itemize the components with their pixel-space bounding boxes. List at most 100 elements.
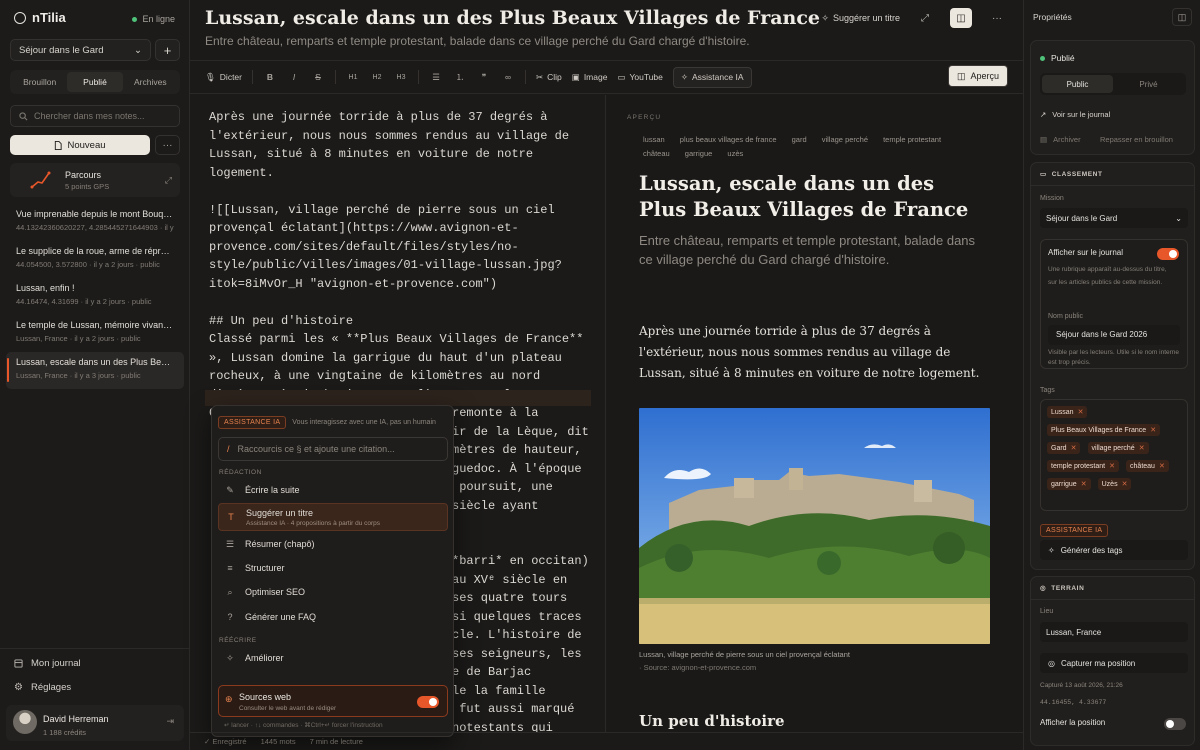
tab-draft[interactable]: Brouillon: [12, 72, 67, 92]
tag-chip[interactable]: temple protestant ✕: [1047, 460, 1119, 472]
collapse-panel-icon[interactable]: ◫: [1172, 8, 1192, 26]
link-icon[interactable]: ∞: [501, 72, 515, 82]
generate-tags-button[interactable]: ✧ Générer des tags: [1040, 540, 1188, 560]
generate-tags-label: Générer des tags: [1060, 545, 1123, 555]
ai-seo[interactable]: ⌕ Optimiser SEO: [218, 581, 448, 603]
chevron-down-icon: ⌄: [134, 44, 142, 56]
globe-icon: ⊕: [225, 694, 233, 704]
ai-item-label: Suggérer un titre: [246, 507, 314, 518]
tag-chip[interactable]: village perché ✕: [1087, 442, 1149, 454]
more-icon[interactable]: ···: [986, 8, 1008, 28]
tab-archives[interactable]: Archives: [123, 72, 178, 92]
remove-tag-icon[interactable]: ✕: [1122, 481, 1128, 488]
tab-published[interactable]: Publié: [67, 72, 123, 92]
suggest-title-button[interactable]: ✧ Suggérer un titre: [821, 13, 900, 24]
remove-tag-icon[interactable]: ✕: [1081, 481, 1087, 488]
show-position-toggle[interactable]: [1164, 718, 1186, 730]
ai-structure[interactable]: ≡ Structurer: [218, 557, 448, 579]
split-view-icon[interactable]: ◫: [950, 8, 972, 28]
post-item[interactable]: Le temple de Lussan, mémoire vivante d..…: [6, 315, 184, 352]
strike-button[interactable]: S: [311, 72, 325, 82]
bold-button[interactable]: B: [263, 72, 277, 82]
preview-tag: temple protestant: [883, 135, 942, 144]
terrain-header: ◎ TERRAIN: [1040, 584, 1084, 593]
chevron-down-icon: ⌄: [1175, 213, 1182, 223]
my-journal-link[interactable]: Mon journal: [14, 658, 81, 669]
markdown-text-continued[interactable]: remonte à la ir de la Lèque, dit mètres …: [452, 404, 589, 515]
dictate-button[interactable]: 🎙︎ Dicter: [205, 72, 242, 83]
ai-improve[interactable]: ✧ Améliorer: [218, 647, 448, 669]
post-item[interactable]: Lussan, enfin ! 44.16474, 4.31699 · il y…: [6, 278, 184, 315]
image-button[interactable]: ▣ Image: [572, 72, 608, 83]
journal-select[interactable]: Séjour dans le Gard ⌄: [10, 39, 151, 61]
remove-tag-icon[interactable]: ✕: [1159, 463, 1165, 470]
tag-chip[interactable]: Lussan ✕: [1047, 406, 1088, 418]
post-item[interactable]: Vue imprenable depuis le mont Bouquet 44…: [6, 204, 184, 241]
post-item[interactable]: Le supplice de la roue, arme de répressi…: [6, 241, 184, 278]
tag-chip[interactable]: garrigue ✕: [1047, 478, 1091, 490]
coordinates: 44.16455, 4.33677: [1040, 699, 1107, 706]
heading1-button[interactable]: H1: [346, 74, 360, 81]
route-card[interactable]: Parcours 5 points GPS ⤢: [10, 163, 180, 197]
fullscreen-icon[interactable]: ⤢: [914, 8, 936, 28]
sparkle-icon: ✧: [1048, 545, 1055, 555]
mission-select[interactable]: Séjour dans le Gard ⌄: [1040, 208, 1188, 228]
remove-tag-icon[interactable]: ✕: [1109, 463, 1115, 470]
bullet-list-icon[interactable]: ☰: [429, 72, 443, 83]
archive-button[interactable]: ▤ Archiver: [1040, 135, 1081, 144]
preview-toggle-button[interactable]: ◫ Aperçu: [947, 65, 1008, 87]
visibility-public[interactable]: Public: [1042, 75, 1113, 93]
remove-tag-icon[interactable]: ✕: [1071, 445, 1077, 452]
ai-faq[interactable]: ? Générer une FAQ: [218, 606, 448, 628]
ai-prompt-input[interactable]: / Raccourcis ce § et ajoute une citation…: [218, 437, 448, 461]
visibility-private[interactable]: Privé: [1113, 75, 1184, 93]
remove-tag-icon[interactable]: ✕: [1078, 409, 1084, 416]
new-note-button[interactable]: Nouveau: [10, 135, 150, 155]
tag-chip[interactable]: Gard ✕: [1047, 442, 1081, 454]
heading2-button[interactable]: H2: [370, 74, 384, 81]
ai-write-continue[interactable]: ✎ Écrire la suite: [218, 479, 448, 501]
save-status: ✓ Enregistré: [204, 737, 247, 746]
markdown-text-continued[interactable]: *barri* en occitan) au XVᵉ siècle en ses…: [452, 552, 589, 732]
more-options-button[interactable]: ···: [155, 135, 180, 155]
youtube-button[interactable]: ▭ YouTube: [617, 72, 662, 83]
ai-suggest-title[interactable]: T Suggérer un titre Assistance IA · 4 pr…: [218, 503, 448, 531]
place-input[interactable]: Lussan, France: [1040, 622, 1188, 642]
route-title: Parcours: [65, 170, 102, 180]
settings-link[interactable]: ⚙ Réglages: [14, 682, 71, 693]
public-name-input[interactable]: Séjour dans le Gard 2026: [1048, 325, 1180, 345]
preview-heading: Un peu d'histoire: [639, 712, 785, 730]
view-on-journal-link[interactable]: ↗ Voir sur le journal: [1040, 110, 1110, 119]
ai-badge: ASSISTANCE IA: [218, 416, 287, 429]
numbered-list-icon[interactable]: ⒈: [453, 71, 467, 83]
capture-position-button[interactable]: ◎ Capturer ma position: [1040, 653, 1188, 673]
remove-tag-icon[interactable]: ✕: [1150, 427, 1156, 434]
clip-button[interactable]: ✂ Clip: [536, 72, 562, 83]
back-to-draft-button[interactable]: Repasser en brouillon: [1100, 135, 1173, 144]
add-journal-button[interactable]: +: [155, 39, 180, 61]
user-card[interactable]: David Herreman 1 188 crédits ⇥: [6, 705, 184, 741]
tag-chip[interactable]: Plus Beaux Villages de France ✕: [1047, 424, 1161, 436]
tags-input[interactable]: Lussan ✕ Plus Beaux Villages de France ✕ G…: [1040, 399, 1188, 511]
search-input[interactable]: Chercher dans mes notes...: [10, 105, 180, 127]
web-sources-option[interactable]: ⊕ Sources web Consulter le web avant de …: [218, 685, 448, 717]
search-icon: ⌕: [227, 586, 233, 597]
quote-icon[interactable]: ❞: [477, 72, 491, 83]
preview-tags: lussan plus beaux villages de france gar…: [643, 133, 993, 161]
ai-assistant-button[interactable]: ✧ Assistance IA: [672, 66, 752, 88]
post-item-active[interactable]: Lussan, escale dans un des Plus Beaux ..…: [6, 352, 184, 389]
post-title-field[interactable]: Lussan, escale dans un des Plus Beaux Vi…: [205, 7, 820, 29]
web-sources-toggle[interactable]: [417, 696, 439, 708]
heading3-button[interactable]: H3: [394, 74, 408, 81]
markdown-text[interactable]: Après une journée torride à plus de 37 d…: [209, 108, 589, 423]
logout-icon[interactable]: ⇥: [166, 716, 174, 727]
tag-chip[interactable]: château ✕: [1126, 460, 1169, 472]
remove-tag-icon[interactable]: ✕: [1139, 445, 1145, 452]
ai-summarize[interactable]: ☰ Résumer (chapô): [218, 533, 448, 555]
post-subtitle-field[interactable]: Entre château, remparts et temple protes…: [205, 34, 750, 48]
show-on-journal-toggle[interactable]: [1157, 248, 1179, 260]
tag-chip[interactable]: Uzès ✕: [1097, 478, 1132, 490]
brand[interactable]: nTilia: [14, 10, 66, 25]
expand-icon[interactable]: ⤢: [165, 175, 172, 186]
italic-button[interactable]: I: [287, 72, 301, 82]
